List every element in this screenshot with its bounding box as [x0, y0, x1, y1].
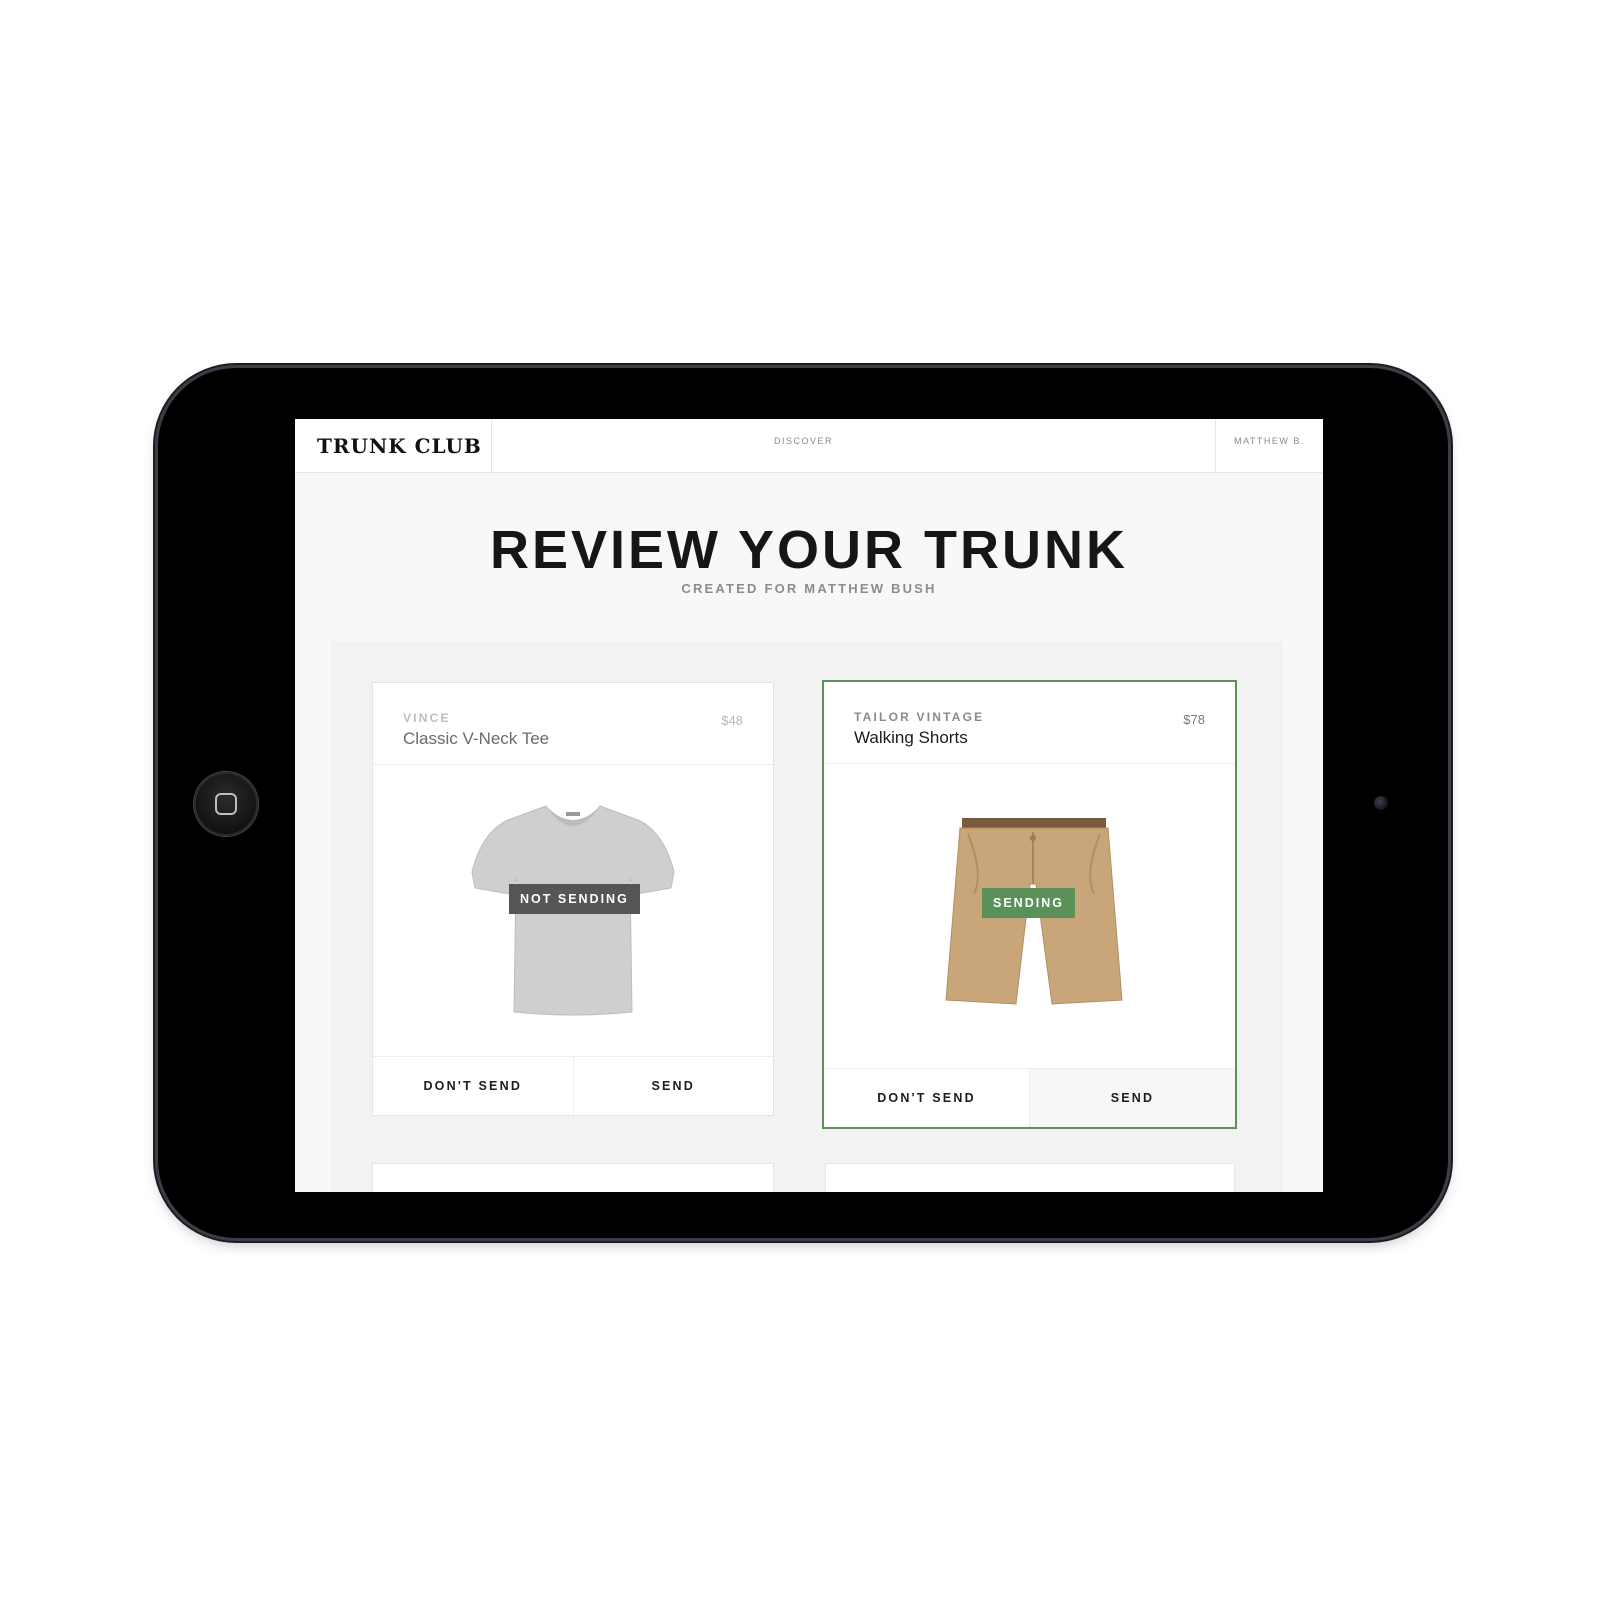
user-menu[interactable]: MATTHEW B. — [1215, 419, 1323, 473]
product-price: $48 — [721, 713, 743, 728]
product-image-area[interactable]: SENDING — [824, 764, 1235, 1069]
product-brand: VINCE — [403, 711, 451, 725]
dont-send-button[interactable]: DON'T SEND — [824, 1069, 1029, 1127]
home-button[interactable] — [194, 772, 258, 836]
product-card-next[interactable] — [825, 1163, 1235, 1192]
product-image-area[interactable]: NOT SENDING — [373, 765, 773, 1058]
nav-discover-link[interactable]: DISCOVER — [492, 419, 1115, 473]
dont-send-button[interactable]: DON'T SEND — [373, 1057, 573, 1115]
card-actions: DON'T SEND SEND — [373, 1056, 773, 1115]
status-badge: NOT SENDING — [509, 884, 640, 914]
product-card-vince: VINCE Classic V-Neck Tee $48 NOT SENDING… — [372, 682, 774, 1116]
brand-logo[interactable]: TRUNK CLUB — [295, 419, 492, 473]
card-header: TAILOR VINTAGE Walking Shorts $78 — [824, 682, 1235, 764]
trunk-items-grid: VINCE Classic V-Neck Tee $48 NOT SENDING… — [331, 641, 1283, 1192]
page-title: REVIEW YOUR TRUNK — [489, 520, 1129, 580]
camera-icon — [1374, 796, 1388, 810]
status-badge: SENDING — [982, 888, 1075, 918]
product-price: $78 — [1183, 712, 1205, 727]
product-name: Classic V-Neck Tee — [403, 729, 550, 748]
page-subtitle: CREATED FOR MATTHEW BUSH — [681, 581, 937, 596]
send-button[interactable]: SEND — [572, 1057, 773, 1115]
card-header: VINCE Classic V-Neck Tee $48 — [373, 683, 773, 765]
product-name: Walking Shorts — [854, 728, 968, 747]
product-card-next[interactable] — [372, 1163, 774, 1192]
product-card-tailor-vintage: TAILOR VINTAGE Walking Shorts $78 SENDIN… — [822, 680, 1237, 1129]
home-square-icon — [215, 793, 237, 815]
product-brand: TAILOR VINTAGE — [854, 710, 985, 724]
send-button[interactable]: SEND — [1029, 1069, 1235, 1127]
app-screen: TRUNK CLUB DISCOVER MATTHEW B. REVIEW YO… — [295, 419, 1323, 1192]
top-navigation-bar: TRUNK CLUB DISCOVER MATTHEW B. — [295, 419, 1323, 473]
card-actions: DON'T SEND SEND — [824, 1068, 1235, 1127]
